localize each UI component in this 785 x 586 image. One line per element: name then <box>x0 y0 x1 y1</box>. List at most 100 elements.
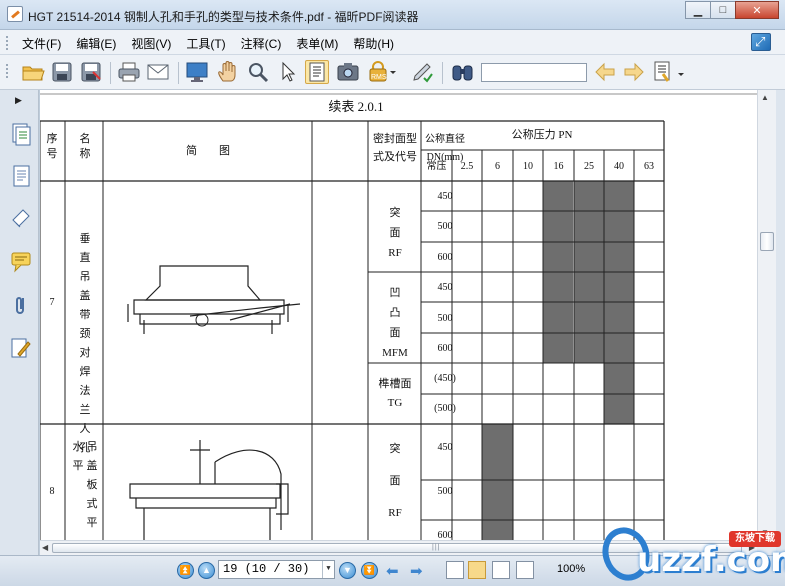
row-name: 水 <box>73 440 84 453</box>
watermark-badge: 东坡下载 <box>729 531 781 547</box>
row-name: 兰 <box>80 403 91 416</box>
dn-value: 600 <box>438 343 453 354</box>
next-page-icon[interactable]: ▼ <box>339 562 356 579</box>
zoom-level[interactable]: 100% <box>557 563 585 575</box>
window-title: HGT 21514-2014 钢制人孔和手孔的类型与技术条件.pdf - 福昕P… <box>28 10 419 24</box>
rms-icon[interactable]: RMS <box>366 60 396 84</box>
search-input[interactable] <box>481 63 587 82</box>
seal-type-label: 凹 <box>390 287 401 299</box>
row-name: 板 <box>87 477 98 491</box>
window-controls: ▁ □ ✕ <box>685 1 779 19</box>
signature-icon[interactable] <box>10 336 32 360</box>
document-viewport[interactable]: 续表 2.0.1 序号名称简 图密封面型 式及代号 公称直径 DN(mm) 公称压力 PN… <box>40 90 757 540</box>
header-name: 名 <box>80 131 91 145</box>
page-number-input[interactable]: 19 (10 / 30) ▼ <box>218 560 335 579</box>
scroll-left-icon[interactable]: ◀ <box>42 543 48 552</box>
seal-type-label: 面 <box>390 475 401 487</box>
comments-icon[interactable] <box>10 250 32 274</box>
seal-type-label: RF <box>388 247 401 259</box>
dn-value: 450 <box>438 191 453 202</box>
menu-tools[interactable]: 工具(T) <box>186 35 225 52</box>
pages-icon[interactable] <box>10 122 32 146</box>
header-seal: 式及代号 <box>373 150 417 163</box>
menu-file[interactable]: 文件(F) <box>22 35 61 52</box>
seal-type-label: TG <box>388 397 403 409</box>
binoculars-icon[interactable] <box>450 60 474 84</box>
separator <box>178 62 179 84</box>
sidebar-toggle-icon[interactable]: ▶ <box>15 95 22 106</box>
pn-value: 常压 <box>427 159 447 172</box>
paperclip-icon[interactable] <box>10 294 32 318</box>
flange-diagram-8 <box>129 483 281 540</box>
vertical-scroll-thumb[interactable] <box>760 232 774 251</box>
back-arrow-icon[interactable]: ⬅ <box>386 562 399 580</box>
highlight-icon[interactable] <box>652 60 684 84</box>
pn-value: 10 <box>523 161 533 172</box>
select-arrow-icon[interactable] <box>276 60 300 84</box>
scroll-up-icon[interactable]: ▲ <box>761 93 769 102</box>
site-watermark-logo: uzzf.com 东坡下载 <box>601 520 785 586</box>
chevron-down-icon[interactable]: ▼ <box>322 561 334 578</box>
row-name: 平 <box>73 460 84 472</box>
last-page-icon[interactable]: ⏬ <box>361 562 378 579</box>
davit-arm-diagram-8 <box>190 440 282 530</box>
document-icon[interactable] <box>10 164 32 188</box>
expand-ribbon-icon[interactable] <box>751 33 771 51</box>
fullscreen-icon[interactable] <box>185 60 209 84</box>
pn-value: 25 <box>584 161 594 172</box>
save-icon[interactable] <box>50 60 74 84</box>
first-page-icon[interactable]: ⏫ <box>177 562 194 579</box>
dn-value: 450 <box>438 442 453 453</box>
menu-view[interactable]: 视图(V) <box>131 35 171 52</box>
text-select-icon[interactable] <box>305 60 329 84</box>
dn-value: 500 <box>438 313 453 324</box>
snapshot-icon[interactable] <box>336 60 360 84</box>
dn-value: 600 <box>438 530 453 540</box>
row-name: 颈 <box>80 327 91 340</box>
prev-page-icon[interactable]: ▲ <box>198 562 215 579</box>
facing-view-icon[interactable] <box>492 561 510 579</box>
email-icon[interactable] <box>146 60 170 84</box>
seal-type-label: 突 <box>390 441 401 455</box>
pn-value: 40 <box>614 161 624 172</box>
menu-bar: 文件(F) 编辑(E) 视图(V) 工具(T) 注释(C) 表单(M) 帮助(H… <box>0 30 785 55</box>
row-name: 带 <box>80 308 91 321</box>
menu-edit[interactable]: 编辑(E) <box>76 35 116 52</box>
row-name: 式 <box>87 497 98 510</box>
vertical-scrollbar[interactable]: ▲ ▼ <box>757 90 776 540</box>
zoom-tool-icon[interactable] <box>246 60 270 84</box>
save-as-icon[interactable] <box>79 60 103 84</box>
row-name: 吊 <box>87 440 98 453</box>
dn-value: 600 <box>438 252 453 263</box>
attachments-panel-icon[interactable] <box>10 206 32 230</box>
row-name: 吊 <box>80 270 91 283</box>
row-seq: 8 <box>50 486 55 497</box>
menu-help[interactable]: 帮助(H) <box>353 35 394 52</box>
menu-items: 文件(F) 编辑(E) 视图(V) 工具(T) 注释(C) 表单(M) 帮助(H… <box>22 35 409 52</box>
header-seal: 密封面型 <box>373 131 417 145</box>
row-name: 直 <box>80 250 91 264</box>
close-button[interactable]: ✕ <box>735 1 779 19</box>
maximize-button[interactable]: □ <box>710 1 736 19</box>
dn-value: (500) <box>434 403 456 414</box>
menu-form[interactable]: 表单(M) <box>296 35 338 52</box>
seal-type-label: MFM <box>382 347 408 359</box>
continuous-facing-view-icon[interactable] <box>516 561 534 579</box>
scroll-grip-icon: ||| <box>432 544 441 551</box>
prev-result-icon[interactable] <box>593 60 617 84</box>
continuous-view-icon[interactable] <box>468 561 486 579</box>
single-page-view-icon[interactable] <box>446 561 464 579</box>
open-folder-icon[interactable] <box>21 60 45 84</box>
menu-comment[interactable]: 注释(C) <box>241 35 282 52</box>
separator <box>442 62 443 84</box>
row-name: 焊 <box>80 364 91 378</box>
next-result-icon[interactable] <box>622 60 646 84</box>
sign-icon[interactable] <box>410 60 434 84</box>
pn-value: 16 <box>554 161 564 172</box>
print-icon[interactable] <box>117 60 141 84</box>
forward-arrow-icon[interactable]: ➡ <box>410 562 423 580</box>
header-seq: 序 <box>47 131 58 145</box>
row-name: 对 <box>80 345 91 359</box>
minimize-button[interactable]: ▁ <box>685 1 711 19</box>
hand-tool-icon[interactable] <box>216 60 240 84</box>
